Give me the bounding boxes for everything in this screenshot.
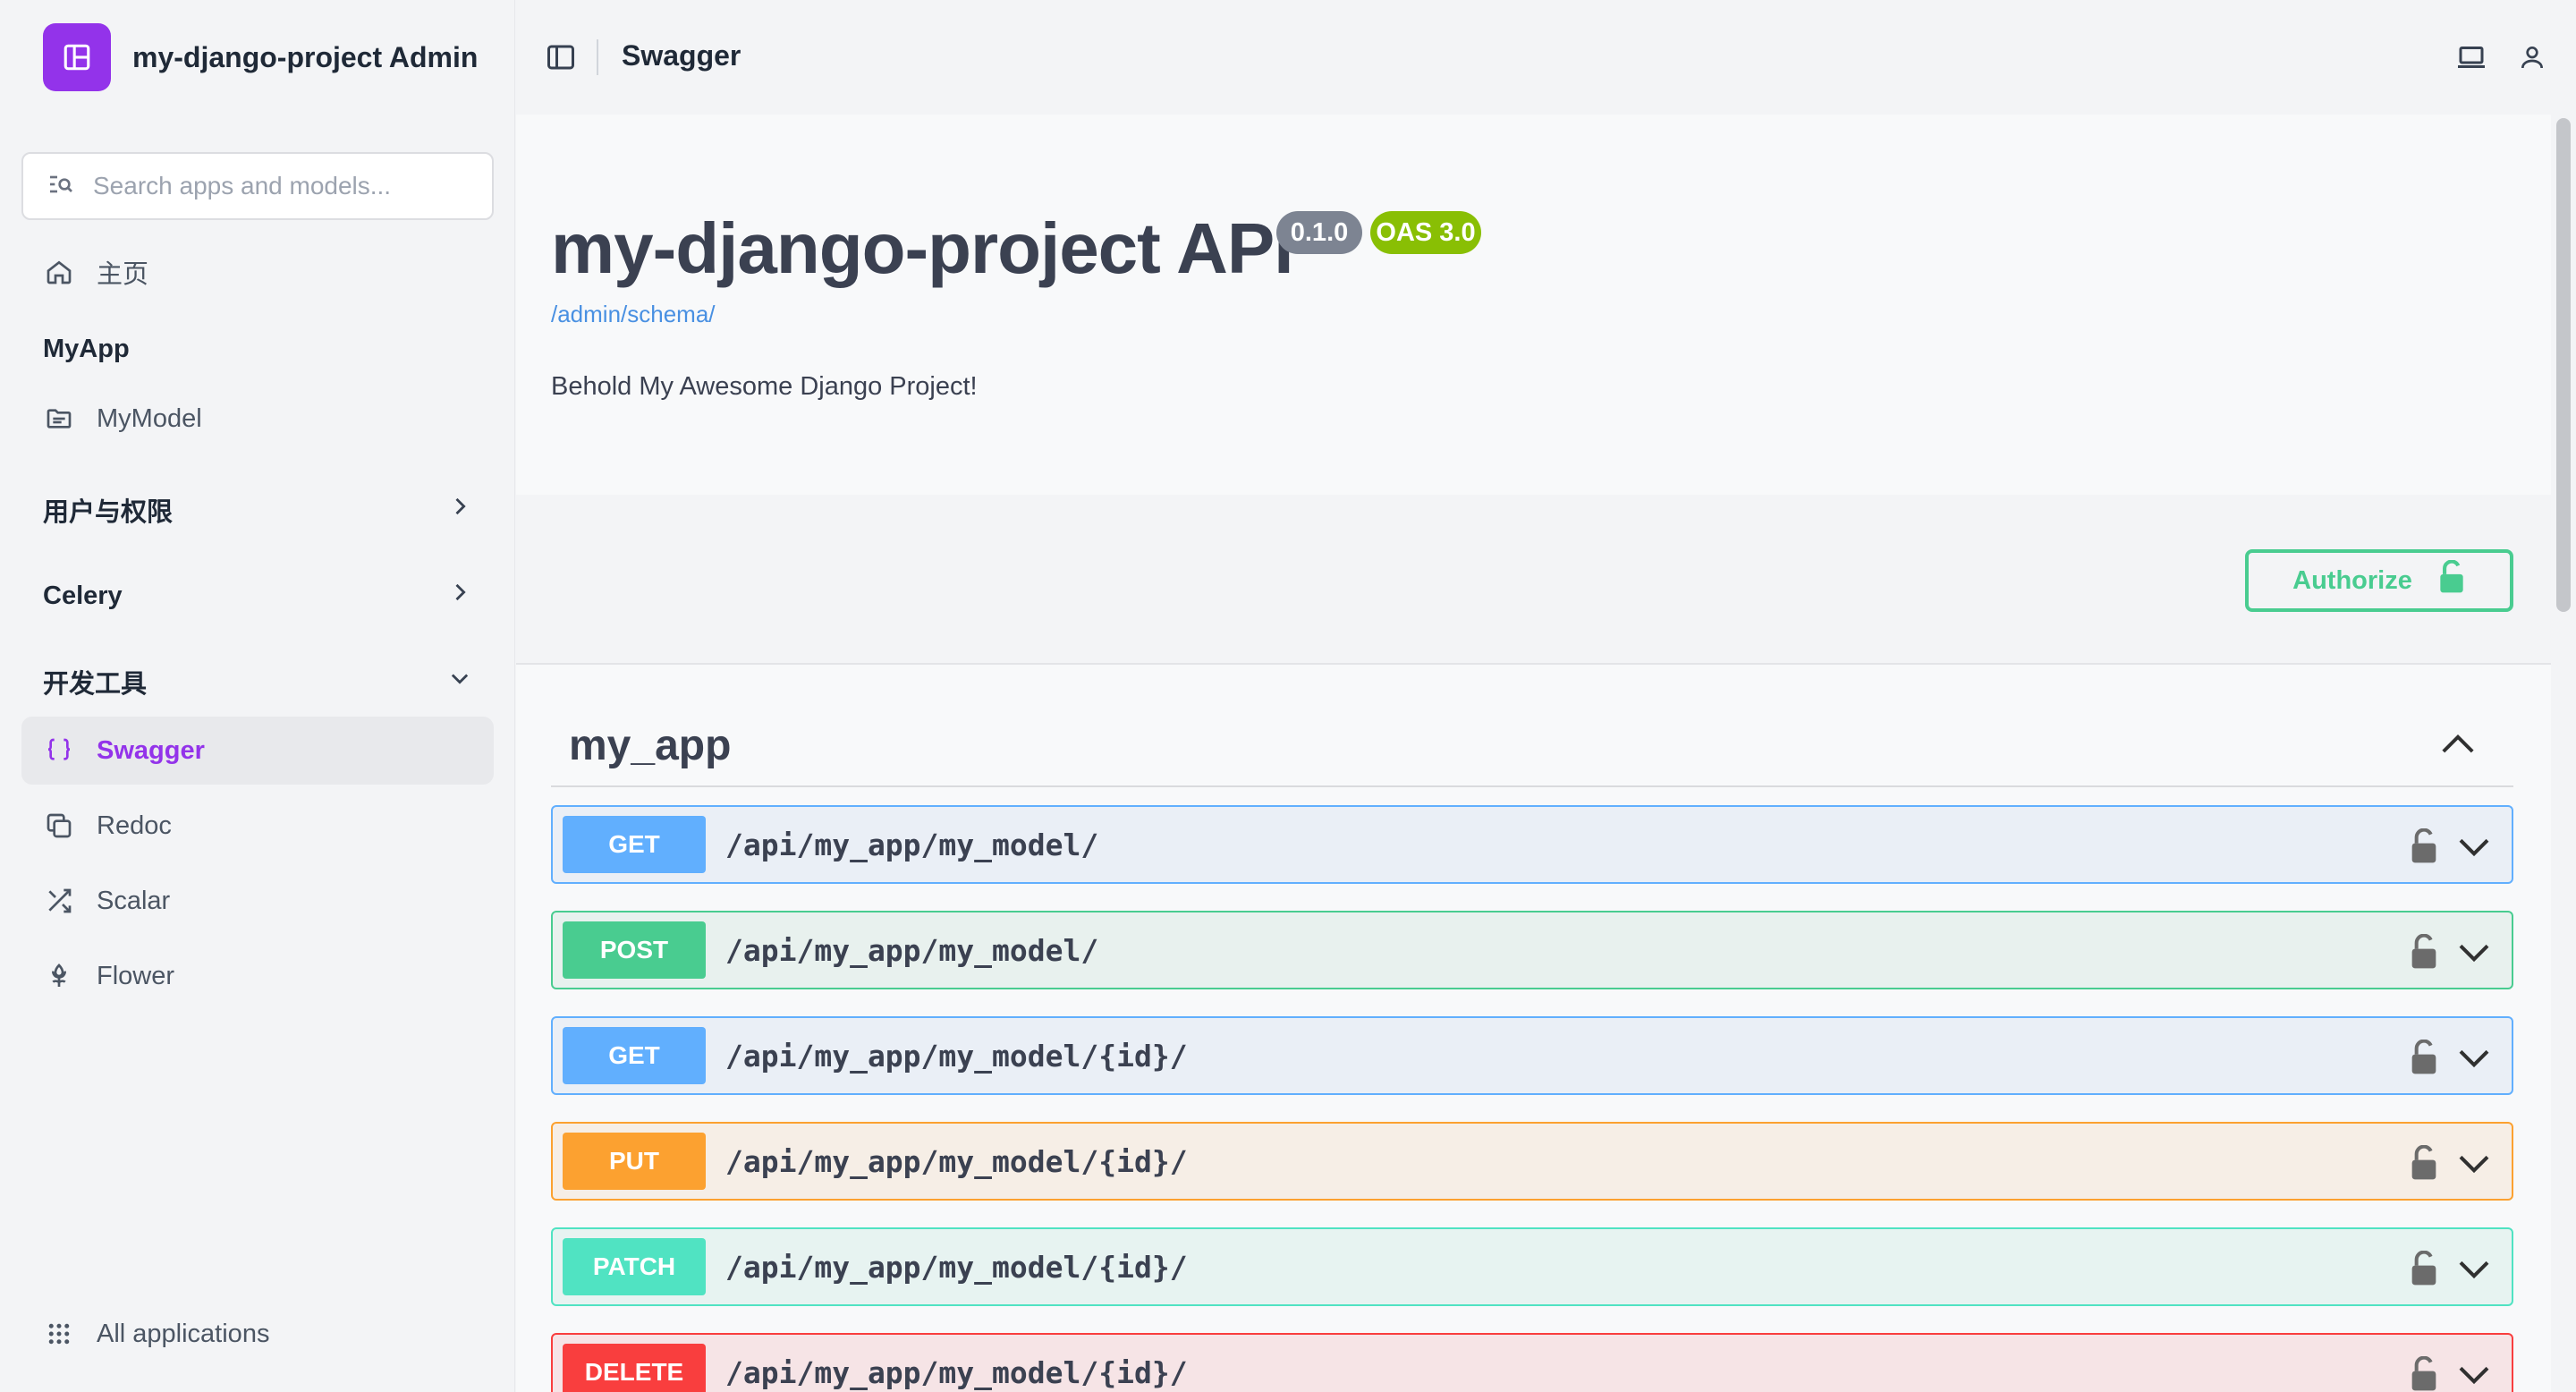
top-header: Swagger: [516, 0, 2576, 115]
braces-icon: [43, 734, 75, 767]
lock-icon[interactable]: [2408, 1144, 2440, 1181]
folder-icon: [43, 403, 75, 435]
chevron-down-icon[interactable]: [2456, 1041, 2492, 1074]
sidebar-item-swagger[interactable]: Swagger: [21, 717, 494, 785]
lock-icon[interactable]: [2408, 1039, 2440, 1075]
sidebar-item-all-applications[interactable]: All applications: [21, 1300, 494, 1368]
api-title: my-django-project API: [551, 208, 1293, 288]
sidebar-item-label: MyModel: [97, 403, 202, 433]
sidebar-item-label: Redoc: [97, 811, 172, 840]
brand-title: my-django-project Admin: [132, 40, 479, 73]
sidebar-item-label: Scalar: [97, 886, 171, 915]
sidebar-group-celery[interactable]: Celery: [43, 569, 472, 623]
operation-path: /api/my_app/my_model/{id}/: [725, 1354, 1188, 1390]
sidebar-item-mymodel[interactable]: MyModel: [21, 385, 494, 453]
sidebar-item-label: 主页: [97, 260, 149, 289]
operation-patch-partial-update[interactable]: PATCH /api/my_app/my_model/{id}/: [551, 1227, 2513, 1306]
lock-icon[interactable]: [2408, 933, 2440, 970]
method-badge: POST: [563, 921, 706, 979]
lock-icon[interactable]: [2408, 1355, 2440, 1392]
sidebar-item-redoc[interactable]: Redoc: [21, 792, 494, 860]
version-badge: 0.1.0: [1276, 211, 1362, 254]
operation-delete-destroy[interactable]: DELETE /api/my_app/my_model/{id}/: [551, 1333, 2513, 1392]
oas-badge: OAS 3.0: [1370, 211, 1481, 254]
page-title: Swagger: [622, 39, 741, 72]
sidebar-group-devtools[interactable]: 开发工具: [43, 655, 472, 709]
header-divider: [597, 39, 598, 75]
chevron-up-icon[interactable]: [2438, 727, 2478, 764]
operation-put-update[interactable]: PUT /api/my_app/my_model/{id}/: [551, 1122, 2513, 1201]
chevron-down-icon[interactable]: [2456, 1147, 2492, 1179]
brand[interactable]: my-django-project Admin: [43, 23, 478, 91]
sidebar-item-home[interactable]: 主页: [21, 238, 494, 306]
method-badge: GET: [563, 1027, 706, 1084]
app-heading: MyApp: [43, 335, 130, 363]
tag-header-my-app[interactable]: my_app: [551, 705, 2513, 787]
lock-icon[interactable]: [2408, 828, 2440, 864]
unlock-icon: [2437, 559, 2466, 601]
api-info: my-django-project API 0.1.0 OAS 3.0 /adm…: [516, 115, 2551, 495]
chevron-down-icon[interactable]: [2456, 1252, 2492, 1285]
chevron-right-icon: [447, 580, 472, 612]
group-label: 用户与权限: [43, 498, 174, 527]
chevron-right-icon: [447, 494, 472, 526]
chevron-down-icon[interactable]: [2456, 936, 2492, 968]
chevron-down-icon: [447, 666, 472, 698]
operation-get-list[interactable]: GET /api/my_app/my_model/: [551, 805, 2513, 884]
group-label: 开发工具: [43, 670, 148, 699]
sidebar-item-label: All applications: [97, 1319, 270, 1348]
sidebar-item-label: Flower: [97, 961, 175, 990]
home-icon: [43, 256, 75, 288]
sidebar-toggle-icon[interactable]: [545, 41, 577, 73]
sidebar-search[interactable]: [21, 152, 494, 220]
sidebar-item-flower[interactable]: Flower: [21, 942, 494, 1010]
sidebar-group-users[interactable]: 用户与权限: [43, 483, 472, 537]
method-badge: PUT: [563, 1133, 706, 1190]
schema-link[interactable]: /admin/schema/: [551, 301, 716, 328]
sidebar-item-label: Swagger: [97, 735, 205, 765]
method-badge: GET: [563, 816, 706, 873]
search-input[interactable]: [93, 172, 487, 200]
search-icon: [47, 170, 75, 203]
flower-icon: [43, 960, 75, 992]
display-mode-icon[interactable]: [2453, 39, 2489, 75]
grid-icon: [43, 1318, 75, 1350]
scrollbar-thumb[interactable]: [2556, 118, 2571, 612]
authorize-label: Authorize: [2292, 565, 2412, 595]
operation-path: /api/my_app/my_model/{id}/: [725, 1249, 1188, 1285]
copy-icon: [43, 810, 75, 842]
operation-path: /api/my_app/my_model/: [725, 932, 1099, 968]
operation-post-create[interactable]: POST /api/my_app/my_model/: [551, 911, 2513, 989]
operation-get-detail[interactable]: GET /api/my_app/my_model/{id}/: [551, 1016, 2513, 1095]
method-badge: DELETE: [563, 1344, 706, 1392]
shuffle-icon: [43, 885, 75, 917]
operation-path: /api/my_app/my_model/{id}/: [725, 1143, 1188, 1179]
sidebar-item-scalar[interactable]: Scalar: [21, 867, 494, 935]
group-label: Celery: [43, 581, 123, 610]
swagger-content: my-django-project API 0.1.0 OAS 3.0 /adm…: [516, 115, 2551, 1392]
tag-name: my_app: [569, 721, 732, 769]
method-badge: PATCH: [563, 1238, 706, 1295]
chevron-down-icon[interactable]: [2456, 1358, 2492, 1390]
sidebar: my-django-project Admin 主页 MyApp MyModel…: [0, 0, 515, 1392]
user-icon[interactable]: [2514, 39, 2550, 75]
operation-path: /api/my_app/my_model/: [725, 827, 1099, 862]
authorize-button[interactable]: Authorize: [2245, 549, 2513, 612]
api-description: Behold My Awesome Django Project!: [551, 372, 978, 401]
lock-icon[interactable]: [2408, 1250, 2440, 1286]
operation-path: /api/my_app/my_model/{id}/: [725, 1038, 1188, 1074]
brand-logo-icon: [43, 23, 111, 91]
chevron-down-icon[interactable]: [2456, 830, 2492, 862]
